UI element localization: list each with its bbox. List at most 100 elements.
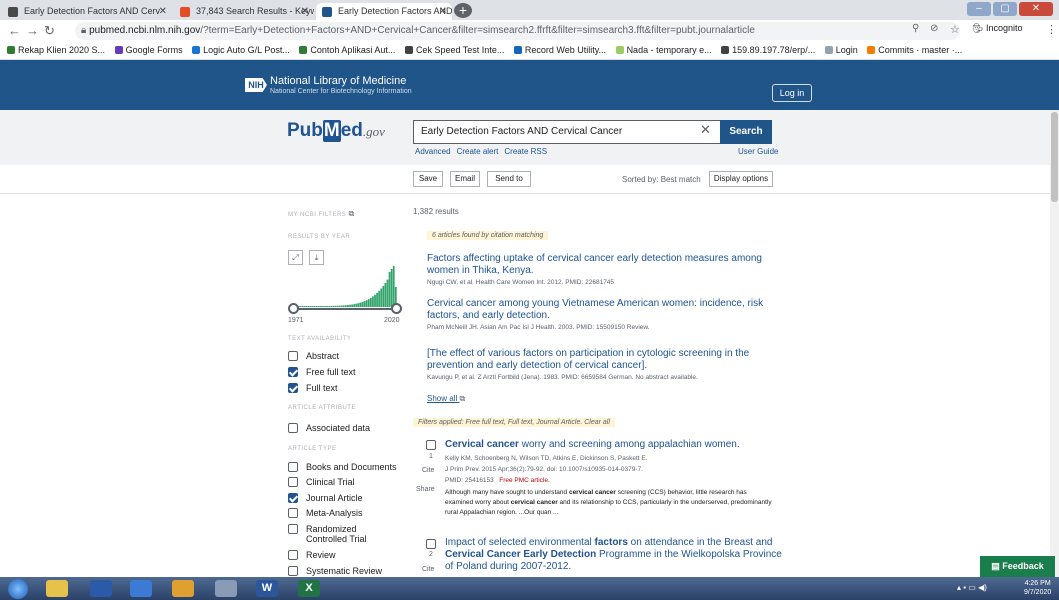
search-icon[interactable]: ⚲: [912, 23, 919, 34]
cite-button[interactable]: Cite: [422, 467, 434, 474]
citation-article-title[interactable]: Factors affecting uptake of cervical can…: [427, 253, 772, 277]
result-checkbox[interactable]: [426, 539, 436, 549]
show-all-link[interactable]: Show all ⧉: [427, 394, 465, 404]
checkbox[interactable]: [288, 477, 298, 487]
filter-clinical-trial[interactable]: Clinical Trial: [288, 477, 355, 487]
cite-button[interactable]: Cite: [422, 566, 434, 573]
browser-tab-active[interactable]: Early Detection Factors AND Cerv ✕: [316, 3, 452, 20]
menu-dots-icon[interactable]: ⋮: [1046, 23, 1057, 36]
taskbar-clock[interactable]: 4:26 PM 9/7/2020: [1024, 579, 1051, 597]
word-icon[interactable]: W: [256, 580, 278, 597]
filter-review[interactable]: Review: [288, 550, 336, 560]
filter-meta-analysis[interactable]: Meta-Analysis: [288, 508, 363, 518]
citation-article-title[interactable]: [The effect of various factors on partic…: [427, 348, 772, 372]
app-icon[interactable]: [130, 580, 152, 597]
browser-tab[interactable]: Early Detection Factors AND Cerv ✕: [2, 3, 172, 20]
app-icon[interactable]: [90, 580, 112, 597]
result-title[interactable]: Impact of selected environmental factors…: [445, 537, 790, 573]
filter-journal-article[interactable]: Journal Article: [288, 493, 363, 503]
bookmark-item[interactable]: Record Web Utility...: [513, 42, 606, 59]
url-input[interactable]: 🔒︎ pubmed.ncbi.nlm.nih.gov/?term=Early+D…: [75, 22, 960, 40]
filter-rct[interactable]: Randomized Controlled Trial: [288, 524, 396, 544]
external-link-icon[interactable]: ⧉: [348, 209, 354, 218]
new-tab-button[interactable]: +: [454, 3, 472, 18]
filter-systematic-review[interactable]: Systematic Review: [288, 566, 382, 576]
browser-tab[interactable]: 37,843 Search Results - Keyword ✕: [174, 3, 314, 20]
year-histogram[interactable]: [288, 245, 402, 315]
start-button[interactable]: [8, 579, 28, 599]
forward-icon[interactable]: →: [26, 23, 39, 38]
histogram-bar: [374, 294, 376, 307]
checkbox[interactable]: [288, 423, 298, 433]
reload-icon[interactable]: ↻: [44, 23, 55, 39]
close-tab-icon[interactable]: ✕: [301, 3, 309, 20]
file-explorer-icon[interactable]: [46, 580, 68, 597]
maximize-icon[interactable]: ▢: [993, 2, 1017, 16]
checkbox[interactable]: [288, 462, 298, 472]
nih-logo[interactable]: NIH: [245, 78, 267, 92]
checkbox[interactable]: [288, 493, 298, 503]
minimize-icon[interactable]: –: [967, 2, 991, 16]
bookmark-icon: [7, 46, 15, 54]
user-guide-link[interactable]: User Guide: [738, 147, 778, 156]
login-button[interactable]: Log in: [772, 84, 812, 102]
checkbox[interactable]: [288, 351, 298, 361]
close-window-icon[interactable]: ✕: [1019, 2, 1053, 16]
close-tab-icon[interactable]: ✕: [439, 3, 447, 20]
bookmark-item[interactable]: 159.89.197.78/erp/...: [721, 42, 815, 59]
filter-books-documents[interactable]: Books and Documents: [288, 462, 397, 472]
close-tab-icon[interactable]: ✕: [159, 3, 167, 20]
eye-off-icon[interactable]: ⊘: [930, 23, 938, 34]
free-pmc-badge[interactable]: Free PMC article.: [499, 477, 550, 484]
app-icon[interactable]: [215, 580, 237, 597]
year-slider-track[interactable]: [292, 308, 396, 310]
back-icon[interactable]: ←: [8, 23, 21, 38]
citation-article-title[interactable]: Cervical cancer among young Vietnamese A…: [427, 298, 772, 322]
search-button[interactable]: Search: [720, 120, 772, 144]
title-highlight: factors: [594, 537, 628, 548]
nlm-header: NIH National Library of Medicine Nationa…: [0, 60, 1059, 110]
incognito-indicator[interactable]: 🕵︎ Incognito: [972, 23, 1022, 34]
system-tray-icons[interactable]: ▴ ▪ ▭ ◀︎): [957, 583, 987, 592]
checkbox[interactable]: [288, 367, 298, 377]
save-button[interactable]: Save: [413, 171, 443, 187]
create-alert-link[interactable]: Create alert: [457, 147, 499, 156]
checkbox[interactable]: [288, 550, 298, 560]
checkbox[interactable]: [288, 566, 298, 576]
bookmark-item[interactable]: Google Forms: [114, 42, 183, 59]
send-to-button[interactable]: Send to: [487, 171, 531, 187]
filter-abstract[interactable]: Abstract: [288, 351, 339, 361]
result-checkbox[interactable]: [426, 440, 436, 450]
bookmark-item[interactable]: Login: [824, 42, 858, 59]
display-options-button[interactable]: Display options: [709, 171, 773, 187]
share-button[interactable]: Share: [416, 486, 435, 493]
filter-free-full-text[interactable]: Free full text: [288, 367, 356, 377]
bookmark-item[interactable]: Commits · master ·...: [867, 42, 962, 59]
year-slider-start-handle[interactable]: [288, 303, 299, 314]
bookmark-item[interactable]: Contoh Aplikasi Aut...: [299, 42, 395, 59]
scrollbar-thumb[interactable]: [1051, 112, 1058, 202]
email-button[interactable]: Email: [450, 171, 480, 187]
advanced-link[interactable]: Advanced: [415, 147, 451, 156]
checkbox[interactable]: [288, 383, 298, 393]
bookmark-item[interactable]: Logic Auto G/L Post...: [192, 42, 290, 59]
filter-full-text[interactable]: Full text: [288, 383, 338, 393]
clear-search-icon[interactable]: ✕: [700, 122, 711, 138]
bookmark-item[interactable]: Rekap Klien 2020 S...: [7, 42, 105, 59]
year-slider-end-handle[interactable]: [391, 303, 402, 314]
bookmark-item[interactable]: Cek Speed Test Inte...: [404, 42, 504, 59]
checkbox[interactable]: [288, 524, 298, 534]
result-title[interactable]: Cervical cancer worry and screening amon…: [445, 439, 785, 451]
title-highlight: Cervical Cancer Early Detection: [445, 549, 597, 560]
star-icon[interactable]: ☆: [950, 23, 960, 36]
bookmark-item[interactable]: Nada - temporary e...: [615, 42, 712, 59]
nlm-title[interactable]: National Library of Medicine: [270, 75, 406, 87]
search-input[interactable]: Early Detection Factors AND Cervical Can…: [413, 120, 721, 144]
chrome-icon[interactable]: [172, 580, 194, 597]
pubmed-logo[interactable]: PubMed.gov: [287, 120, 385, 142]
excel-icon[interactable]: X: [298, 580, 320, 597]
feedback-button[interactable]: ▤ Feedback: [980, 556, 1055, 577]
create-rss-link[interactable]: Create RSS: [504, 147, 547, 156]
filter-associated-data[interactable]: Associated data: [288, 423, 370, 433]
checkbox[interactable]: [288, 508, 298, 518]
